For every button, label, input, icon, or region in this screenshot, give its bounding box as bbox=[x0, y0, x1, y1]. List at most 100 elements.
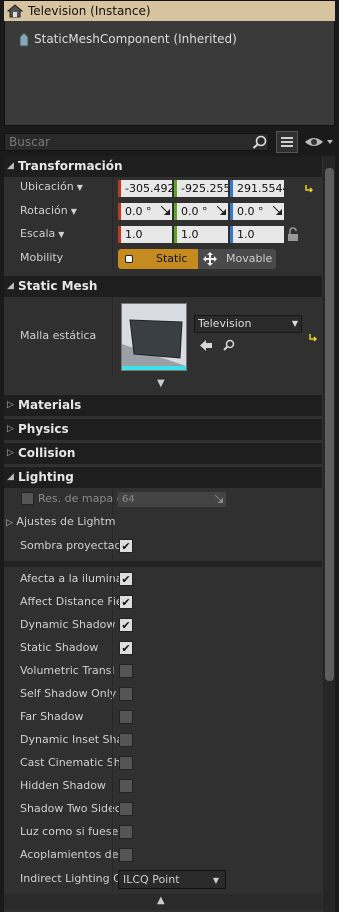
chevron-down-icon: ▼ bbox=[212, 876, 219, 885]
category-physics[interactable]: ▷ Physics bbox=[4, 419, 322, 440]
column-divider bbox=[112, 177, 113, 269]
lighting-option-checkbox[interactable] bbox=[119, 710, 133, 724]
lighting-option-label: Luz como si fuese bbox=[20, 825, 119, 838]
lighting-option-checkbox[interactable]: ✔ bbox=[119, 618, 133, 632]
television-mesh-preview-icon bbox=[122, 304, 186, 370]
category-transform-label: Transformación bbox=[18, 159, 123, 173]
category-collision[interactable]: ▷ Collision bbox=[4, 443, 322, 464]
advanced-section-separator bbox=[4, 561, 322, 567]
rotation-label[interactable]: Rotación ▼ bbox=[20, 201, 77, 221]
lightmap-res-field: 64 bbox=[118, 492, 226, 507]
mesh-thumbnail[interactable] bbox=[121, 303, 187, 371]
indirect-lighting-quality-dropdown[interactable]: ILCQ Point ▼ bbox=[118, 870, 226, 889]
collapse-advanced-toggle[interactable]: ▲ bbox=[4, 894, 322, 910]
scale-x-field[interactable]: 1.0 bbox=[118, 226, 172, 243]
cast-shadow-label: Sombra proyectad bbox=[20, 539, 122, 552]
lighting-option-label: Acoplamientos de bbox=[20, 848, 119, 861]
static-mesh-component-row[interactable]: StaticMeshComponent (Inherited) bbox=[18, 30, 237, 48]
expand-advanced-toggle[interactable]: ▼ bbox=[4, 378, 322, 392]
collapse-triangle-icon: ◢ bbox=[7, 161, 14, 171]
static-mesh-asset-dropdown[interactable]: Television ▼ bbox=[194, 315, 302, 333]
chevron-down-icon: ▼ bbox=[70, 207, 77, 216]
actor-instance-label: Television (Instance) bbox=[28, 4, 151, 18]
chevron-down-icon: ▼ bbox=[58, 230, 65, 239]
scale-z-field[interactable]: 1.0 bbox=[230, 226, 284, 243]
collapse-triangle-icon: ◢ bbox=[7, 472, 14, 482]
category-transform[interactable]: ◢ Transformación bbox=[4, 156, 322, 177]
lighting-option-label: Self Shadow Only bbox=[20, 687, 117, 700]
actor-instance-row[interactable]: Television (Instance) bbox=[4, 1, 335, 21]
category-materials[interactable]: ▷ Materials bbox=[4, 395, 322, 416]
expand-triangle-icon: ▷ bbox=[7, 448, 14, 458]
visibility-eye-dropdown-icon[interactable] bbox=[303, 133, 335, 151]
lightmap-res-override-checkbox[interactable] bbox=[21, 492, 34, 505]
static-square-icon bbox=[125, 255, 133, 263]
lighting-option-checkbox[interactable] bbox=[119, 664, 133, 678]
lighting-option-checkbox[interactable] bbox=[119, 848, 133, 862]
grid-list-icon bbox=[281, 137, 293, 147]
category-static-mesh-label: Static Mesh bbox=[18, 279, 98, 293]
details-search-input[interactable]: Buscar bbox=[4, 133, 269, 151]
drag-handle-icon bbox=[217, 206, 226, 215]
lighting-option-checkbox[interactable] bbox=[119, 779, 133, 793]
cast-shadow-checkbox[interactable]: ✔ bbox=[119, 539, 133, 553]
lightmass-settings-row[interactable]: ▷ Ajustes de Lightm bbox=[6, 512, 115, 532]
actor-house-icon bbox=[7, 4, 23, 18]
drag-handle-icon bbox=[215, 495, 223, 503]
lighting-option-label: Affect Distance Fie bbox=[20, 595, 123, 608]
use-selected-arrow-icon[interactable] bbox=[199, 339, 213, 352]
reset-to-default-icon[interactable] bbox=[305, 184, 314, 193]
lighting-option-checkbox[interactable] bbox=[119, 756, 133, 770]
lighting-option-label: Far Shadow bbox=[20, 710, 84, 723]
location-y-field[interactable]: -925.2557 bbox=[174, 180, 228, 197]
scale-y-field[interactable]: 1.0 bbox=[174, 226, 228, 243]
lighting-option-checkbox[interactable] bbox=[119, 733, 133, 747]
lighting-option-checkbox[interactable]: ✔ bbox=[119, 595, 133, 609]
rotation-y-field[interactable]: 0.0 ° bbox=[174, 203, 228, 220]
rotation-z-field[interactable]: 0.0 ° bbox=[230, 203, 284, 220]
lighting-option-checkbox[interactable] bbox=[119, 825, 133, 839]
move-arrows-icon bbox=[203, 252, 217, 266]
lighting-option-label: Cast Cinematic Sh bbox=[20, 756, 121, 769]
static-mesh-component-label: StaticMeshComponent (Inherited) bbox=[34, 32, 237, 46]
column-divider bbox=[112, 567, 113, 892]
indirect-lighting-label: Indirect Lighting C bbox=[20, 872, 121, 885]
lighting-option-label: Dynamic Inset Sha bbox=[20, 733, 124, 746]
column-divider bbox=[112, 297, 113, 377]
category-static-mesh[interactable]: ◢ Static Mesh bbox=[4, 276, 322, 297]
location-label[interactable]: Ubicación ▼ bbox=[20, 177, 83, 197]
lighting-option-label: Shadow Two Sidec bbox=[20, 802, 121, 815]
lighting-option-label: Afecta a la ilumina bbox=[20, 572, 123, 585]
chevron-down-icon: ▼ bbox=[291, 319, 298, 328]
rotation-x-field[interactable]: 0.0 ° bbox=[118, 203, 172, 220]
lighting-option-checkbox[interactable]: ✔ bbox=[119, 641, 133, 655]
location-x-field[interactable]: -305.4927 bbox=[118, 180, 172, 197]
reset-to-default-icon[interactable] bbox=[309, 333, 318, 342]
lighting-option-label: Volumetric Transl bbox=[20, 664, 115, 677]
chevron-down-icon: ▼ bbox=[76, 183, 83, 192]
expand-down-arrow-icon: ▼ bbox=[157, 378, 165, 389]
drag-handle-icon bbox=[161, 206, 170, 215]
lighting-option-checkbox[interactable] bbox=[119, 802, 133, 816]
expand-triangle-icon: ▷ bbox=[7, 424, 14, 434]
lighting-option-label: Dynamic Shadow bbox=[20, 618, 116, 631]
lighting-option-checkbox[interactable]: ✔ bbox=[119, 572, 133, 586]
expand-triangle-icon: ▷ bbox=[6, 518, 13, 528]
collapse-triangle-icon: ◢ bbox=[7, 281, 14, 291]
scrollbar-thumb[interactable] bbox=[325, 168, 334, 681]
category-lighting[interactable]: ◢ Lighting bbox=[4, 467, 322, 488]
expand-triangle-icon: ▷ bbox=[7, 400, 14, 410]
search-icon bbox=[252, 135, 267, 149]
browse-magnifier-icon[interactable] bbox=[222, 339, 236, 352]
collapse-up-arrow-icon: ▲ bbox=[157, 895, 165, 906]
lightmap-res-label: Res. de mapa d bbox=[38, 492, 124, 505]
lighting-option-label: Static Shadow bbox=[20, 641, 99, 654]
lighting-option-checkbox[interactable] bbox=[119, 687, 133, 701]
mesh-thumbnail-type-bar bbox=[122, 366, 186, 370]
location-z-field[interactable]: 291.5544 bbox=[230, 180, 284, 197]
lock-icon[interactable] bbox=[287, 227, 299, 242]
property-matrix-button[interactable] bbox=[276, 131, 298, 153]
scale-label[interactable]: Escala ▼ bbox=[20, 224, 64, 244]
lighting-option-label: Hidden Shadow bbox=[20, 779, 106, 792]
mobility-label: Mobility bbox=[20, 251, 64, 264]
